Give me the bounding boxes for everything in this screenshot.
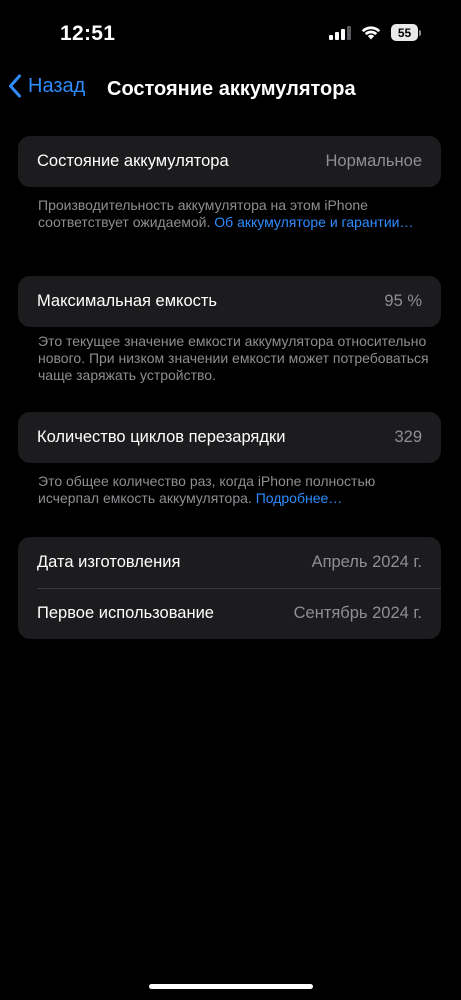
cycle-count-value: 329 <box>394 428 422 446</box>
status-icons: 55 <box>329 24 421 41</box>
manufacture-date-value: Апрель 2024 г. <box>311 553 422 571</box>
navigation-bar: Назад Состояние аккумулятора <box>0 70 461 110</box>
cycle-count-label: Количество циклов перезарядки <box>37 428 286 446</box>
first-use-row: Первое использование Сентябрь 2024 г. <box>18 588 441 639</box>
dates-group: Дата изготовления Апрель 2024 г. Первое … <box>18 537 441 639</box>
home-indicator[interactable] <box>149 984 313 989</box>
cycle-count-row: Количество циклов перезарядки 329 <box>18 412 441 463</box>
max-capacity-footer: Это текущее значение емкости аккумулятор… <box>38 333 429 383</box>
learn-more-link[interactable]: Подробнее… <box>256 490 343 506</box>
max-capacity-group: Максимальная емкость 95 % <box>18 276 441 327</box>
chevron-left-icon <box>9 74 21 98</box>
battery-health-row[interactable]: Состояние аккумулятора Нормальное <box>18 136 441 187</box>
back-label: Назад <box>28 74 86 97</box>
first-use-value: Сентябрь 2024 г. <box>293 604 422 622</box>
battery-warranty-link[interactable]: Об аккумуляторе и гарантии… <box>214 214 413 230</box>
signal-icon <box>329 25 351 40</box>
battery-level: 55 <box>391 24 418 41</box>
battery-health-value: Нормальное <box>325 152 422 170</box>
battery-health-footer: Производительность аккумулятора на этом … <box>38 197 430 231</box>
max-capacity-value: 95 % <box>384 292 422 310</box>
first-use-label: Первое использование <box>37 604 214 622</box>
manufacture-date-row: Дата изготовления Апрель 2024 г. <box>18 537 441 588</box>
battery-icon: 55 <box>391 24 421 41</box>
max-capacity-row: Максимальная емкость 95 % <box>18 276 441 327</box>
battery-health-label: Состояние аккумулятора <box>37 152 229 170</box>
page-title: Состояние аккумулятора <box>107 78 356 100</box>
status-time: 12:51 <box>60 22 116 45</box>
battery-health-group: Состояние аккумулятора Нормальное <box>18 136 441 187</box>
max-capacity-label: Максимальная емкость <box>37 292 218 310</box>
manufacture-date-label: Дата изготовления <box>37 553 181 571</box>
status-bar: 12:51 55 <box>0 0 461 70</box>
cycle-count-group: Количество циклов перезарядки 329 <box>18 412 441 463</box>
wifi-icon <box>361 26 381 40</box>
cycle-count-footer: Это общее количество раз, когда iPhone п… <box>38 473 430 507</box>
back-button[interactable]: Назад <box>8 74 85 98</box>
